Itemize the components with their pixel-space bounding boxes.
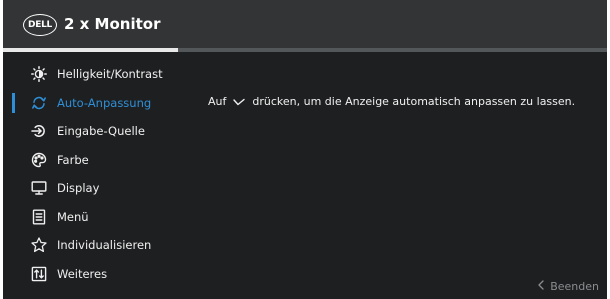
main-menu: Helligkeit/Kontrast Auto-Anpassung Einga… (3, 60, 188, 288)
exit-button[interactable]: Beenden (538, 280, 599, 293)
check-icon (232, 97, 246, 107)
menu-item-label: Eingabe-Quelle (57, 124, 145, 139)
menu-item-label: Menü (57, 209, 89, 224)
palette-icon (31, 152, 47, 168)
menu-item-menu[interactable]: Menü (3, 203, 188, 232)
auto-adjust-instruction: Auf drücken, um die Anzeige automatisch … (208, 95, 575, 108)
dell-logo: DELL (23, 14, 57, 36)
menu-icon (31, 209, 47, 225)
progress-track (3, 48, 607, 52)
menu-item-label: Weiteres (57, 266, 108, 281)
menu-item-personalize[interactable]: Individualisieren (3, 231, 188, 260)
star-icon (31, 237, 47, 253)
menu-item-brightness-contrast[interactable]: Helligkeit/Kontrast (3, 60, 188, 89)
chevron-left-icon (538, 280, 544, 293)
menu-item-display[interactable]: Display (3, 174, 188, 203)
menu-item-label: Individualisieren (57, 238, 152, 253)
menu-item-auto-adjust[interactable]: Auto-Anpassung (3, 89, 188, 118)
menu-item-label: Farbe (57, 152, 89, 167)
menu-item-label: Auto-Anpassung (57, 95, 152, 110)
auto-adjust-icon (31, 95, 47, 111)
instruction-text-after: drücken, um die Anzeige automatisch anpa… (252, 95, 576, 108)
menu-item-others[interactable]: Weiteres (3, 260, 188, 289)
exit-label: Beenden (550, 280, 599, 293)
instruction-text-before: Auf (208, 95, 227, 108)
menu-item-color[interactable]: Farbe (3, 146, 188, 175)
osd-header: DELL 2 x Monitor (3, 0, 607, 52)
progress-fill (3, 48, 179, 52)
others-icon (31, 266, 47, 282)
brightness-icon (31, 66, 47, 83)
display-icon (31, 180, 47, 196)
selection-indicator (12, 92, 15, 113)
osd-window: DELL 2 x Monitor Helligkeit/Kontrast Aut… (3, 0, 607, 299)
monitor-title: 2 x Monitor (64, 15, 161, 33)
menu-item-label: Display (57, 181, 100, 196)
menu-item-input-source[interactable]: Eingabe-Quelle (3, 117, 188, 146)
menu-item-label: Helligkeit/Kontrast (57, 67, 163, 82)
input-source-icon (31, 123, 47, 139)
